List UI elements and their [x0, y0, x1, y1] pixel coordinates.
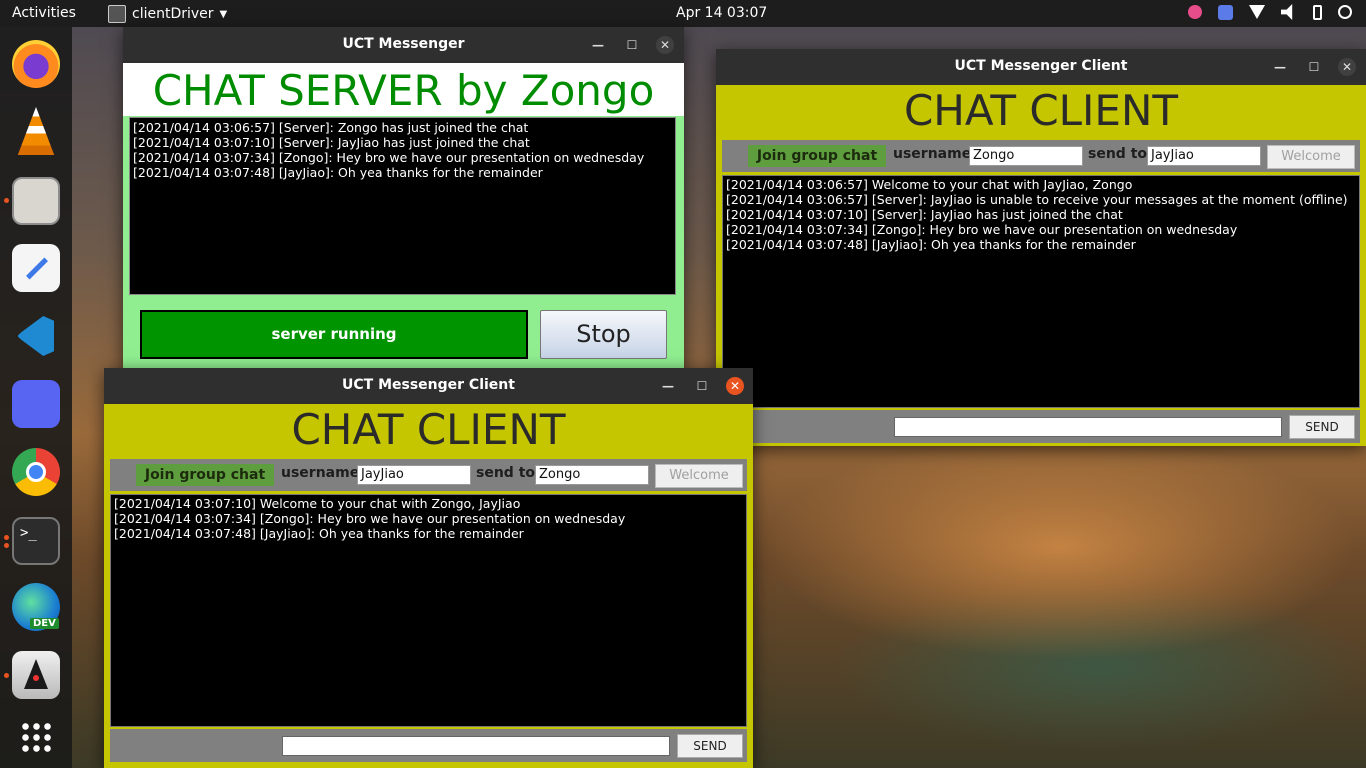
- firefox-icon[interactable]: [12, 40, 60, 88]
- log-line: [2021/04/14 03:07:48] [JayJiao]: Oh yea …: [133, 165, 543, 180]
- join-group-chat-button[interactable]: Join group chat: [748, 145, 886, 167]
- close-icon[interactable]: ✕: [1338, 58, 1356, 76]
- welcome-button[interactable]: Welcome: [1267, 145, 1355, 169]
- message-input[interactable]: [282, 736, 670, 756]
- send-to-field[interactable]: JayJiao: [1147, 146, 1261, 166]
- send-button[interactable]: SEND: [1289, 415, 1355, 439]
- window-title: UCT Messenger Client: [954, 58, 1128, 74]
- vlc-icon[interactable]: [17, 107, 55, 155]
- log-line: [2021/04/14 03:07:10] [Server]: JayJiao …: [726, 207, 1123, 222]
- log-line: [2021/04/14 03:07:10] [Server]: JayJiao …: [133, 135, 530, 150]
- terminal-icon[interactable]: >_: [12, 517, 60, 565]
- client-controls: Join group chat username JayJiao send to…: [110, 459, 747, 491]
- username-field[interactable]: JayJiao: [357, 465, 471, 485]
- window-title: UCT Messenger Client: [342, 377, 515, 393]
- log-line: [2021/04/14 03:06:57] [Server]: Zongo ha…: [133, 120, 529, 135]
- username-label: username: [281, 465, 360, 481]
- app-menu[interactable]: clientDriver ▼: [108, 5, 227, 23]
- maximize-icon[interactable]: ☐: [693, 377, 711, 395]
- files-icon[interactable]: [12, 177, 60, 225]
- client-heading: CHAT CLIENT: [291, 405, 566, 454]
- send-to-label: send to: [476, 465, 536, 481]
- client-window-jayjiao: UCT Messenger Client — ☐ ✕ CHAT CLIENT J…: [104, 368, 753, 768]
- minimize-icon[interactable]: —: [589, 36, 607, 54]
- vscode-icon[interactable]: [12, 312, 60, 360]
- chrome-icon[interactable]: [12, 448, 60, 496]
- text-editor-icon[interactable]: [12, 244, 60, 292]
- stop-button[interactable]: Stop: [540, 310, 667, 359]
- log-line: [2021/04/14 03:07:34] [Zongo]: Hey bro w…: [726, 222, 1238, 237]
- message-input[interactable]: [894, 417, 1282, 437]
- close-icon[interactable]: ✕: [656, 36, 674, 54]
- client-window-zongo: UCT Messenger Client — ☐ ✕ CHAT CLIENT J…: [716, 49, 1366, 446]
- activities-button[interactable]: Activities: [12, 5, 76, 21]
- client-footer: SEND: [722, 410, 1360, 443]
- log-line: [2021/04/14 03:06:57] [Server]: JayJiao …: [726, 192, 1348, 207]
- username-label: username: [893, 146, 972, 162]
- welcome-button[interactable]: Welcome: [655, 464, 743, 488]
- client-controls: Join group chat username Zongo send to J…: [722, 140, 1360, 172]
- server-status: server running: [140, 310, 528, 359]
- clock[interactable]: Apr 14 03:07: [676, 5, 767, 21]
- client-log: [2021/04/14 03:06:57] Welcome to your ch…: [722, 175, 1360, 408]
- log-line: [2021/04/14 03:07:34] [Zongo]: Hey bro w…: [133, 150, 645, 165]
- app-grid-icon[interactable]: [12, 715, 60, 763]
- minimize-icon[interactable]: —: [1271, 58, 1289, 76]
- join-group-chat-button[interactable]: Join group chat: [136, 464, 274, 486]
- power-icon[interactable]: [1338, 5, 1352, 19]
- workspace-indicator-icon[interactable]: [1218, 4, 1233, 20]
- send-button[interactable]: SEND: [677, 734, 743, 758]
- server-log: [2021/04/14 03:06:57] [Server]: Zongo ha…: [129, 117, 676, 295]
- log-line: [2021/04/14 03:07:10] Welcome to your ch…: [114, 496, 521, 511]
- server-heading: CHAT SERVER by Zongo: [123, 63, 684, 116]
- java-icon[interactable]: [12, 651, 60, 699]
- log-line: [2021/04/14 03:07:48] [JayJiao]: Oh yea …: [726, 237, 1136, 252]
- running-indicator: [4, 198, 9, 203]
- dev-badge: DEV: [30, 618, 59, 629]
- send-to-label: send to: [1088, 146, 1148, 162]
- minimize-icon[interactable]: —: [659, 377, 677, 395]
- client-footer: SEND: [110, 729, 747, 762]
- client-titlebar[interactable]: UCT Messenger Client — ☐ ✕: [104, 368, 753, 404]
- running-indicator: [4, 535, 9, 540]
- client-log: [2021/04/14 03:07:10] Welcome to your ch…: [110, 494, 747, 727]
- battery-icon[interactable]: [1313, 4, 1322, 20]
- pencil-icon: [26, 257, 48, 280]
- edge-dev-icon[interactable]: DEV: [12, 583, 60, 631]
- java-app-icon: [108, 5, 126, 23]
- app-menu-label: clientDriver: [132, 6, 214, 22]
- log-line: [2021/04/14 03:07:48] [JayJiao]: Oh yea …: [114, 526, 524, 541]
- username-field[interactable]: Zongo: [969, 146, 1083, 166]
- running-indicator: [4, 543, 9, 548]
- send-to-field[interactable]: Zongo: [535, 465, 649, 485]
- server-window: UCT Messenger — ☐ ✕ CHAT SERVER by Zongo…: [123, 27, 684, 372]
- client-titlebar[interactable]: UCT Messenger Client — ☐ ✕: [716, 49, 1366, 85]
- maximize-icon[interactable]: ☐: [623, 36, 641, 54]
- wifi-icon[interactable]: [1249, 5, 1265, 19]
- server-titlebar[interactable]: UCT Messenger — ☐ ✕: [123, 27, 684, 63]
- log-line: [2021/04/14 03:06:57] Welcome to your ch…: [726, 177, 1133, 192]
- chevron-down-icon: ▼: [219, 8, 228, 20]
- running-indicator: [4, 673, 9, 678]
- system-tray[interactable]: [1188, 4, 1352, 20]
- close-icon[interactable]: ✕: [726, 377, 744, 395]
- caffeine-icon[interactable]: [1188, 5, 1202, 19]
- maximize-icon[interactable]: ☐: [1305, 58, 1323, 76]
- top-bar: Activities clientDriver ▼ Apr 14 03:07: [0, 0, 1366, 27]
- discord-icon[interactable]: [12, 380, 60, 428]
- volume-icon[interactable]: [1281, 4, 1293, 20]
- client-heading: CHAT CLIENT: [903, 86, 1179, 135]
- dock: >_ DEV: [0, 27, 72, 768]
- log-line: [2021/04/14 03:07:34] [Zongo]: Hey bro w…: [114, 511, 626, 526]
